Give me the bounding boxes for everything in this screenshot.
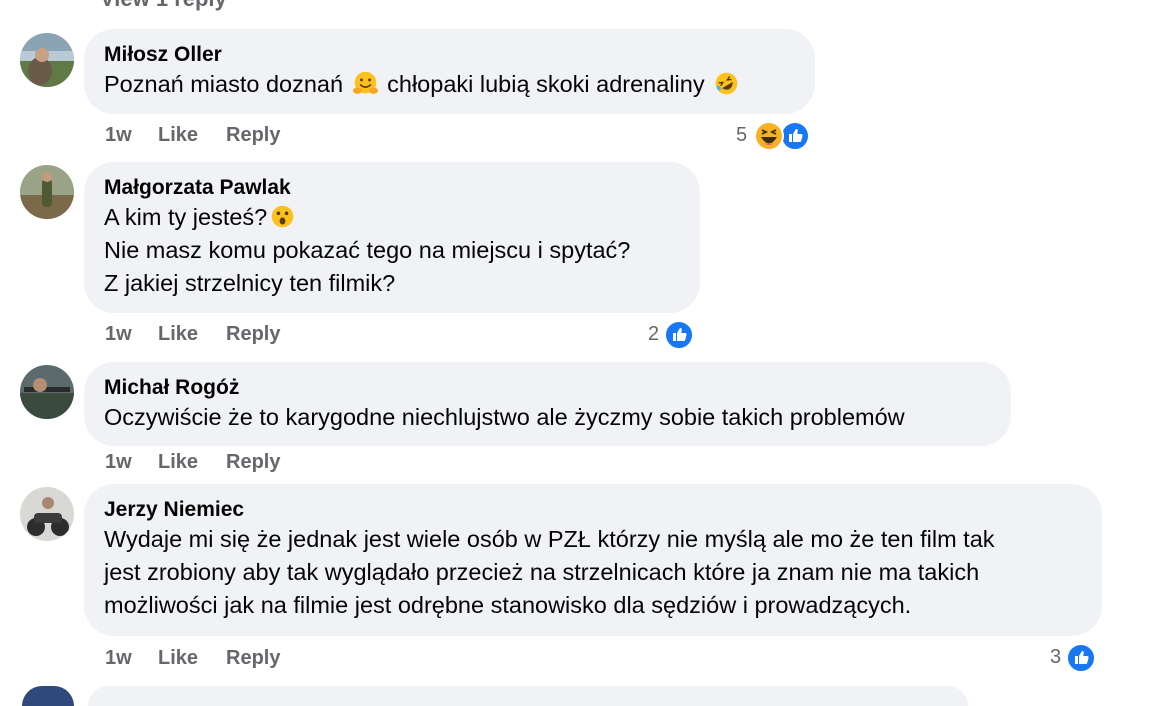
comment-text: A kim ty jesteś? Nie masz komu pokazać t…: [104, 203, 631, 296]
haha-reaction-icon: [754, 121, 784, 151]
comment-bubble: Jerzy Niemiec Wydaje mi się że jednak je…: [84, 484, 1102, 636]
reply-button[interactable]: Reply: [226, 323, 280, 346]
comment-author[interactable]: Jerzy Niemiec: [104, 497, 1080, 523]
comment-actions: 1w Like Reply: [0, 451, 1170, 477]
like-button[interactable]: Like: [158, 451, 198, 474]
like-reaction-icon: [1066, 643, 1096, 673]
like-reaction-icon: [664, 320, 694, 350]
reply-button[interactable]: Reply: [226, 451, 280, 474]
comment-time[interactable]: 1w: [105, 124, 132, 147]
reaction-count: 5: [736, 124, 748, 146]
reaction-summary[interactable]: 5: [730, 120, 820, 152]
comment-time[interactable]: 1w: [105, 647, 132, 670]
comment-actions: 1w Like Reply: [0, 124, 1170, 150]
comment-bubble: Michał Rogóż Oczywiście że to karygodne …: [84, 362, 1011, 446]
comment-actions: 1w Like Reply: [0, 647, 1170, 673]
comment-text: Wydaje mi się że jednak jest wiele osób …: [104, 526, 995, 618]
like-reaction-icon: [780, 121, 810, 151]
like-button[interactable]: Like: [158, 124, 198, 147]
avatar-jerzy-niemiec[interactable]: [20, 487, 74, 541]
rolling-on-floor-laughing-emoji: [713, 70, 740, 97]
comment-author[interactable]: Miłosz Oller: [104, 42, 793, 68]
reply-button[interactable]: Reply: [226, 124, 280, 147]
comment-bubble: Małgorzata Pawlak A kim ty jesteś? Nie m…: [84, 162, 700, 313]
reaction-summary[interactable]: 3: [1044, 642, 1104, 674]
comment-author[interactable]: Michał Rogóż: [104, 375, 989, 401]
avatar-milosz-oller[interactable]: [20, 33, 74, 87]
comment-bubble: Miłosz Oller Poznań miasto doznań chłopa…: [84, 29, 815, 114]
view-replies-link[interactable]: View 1 reply: [100, 0, 227, 12]
like-button[interactable]: Like: [158, 323, 198, 346]
comment-actions: 1w Like Reply: [0, 323, 1170, 349]
reaction-summary[interactable]: 2: [642, 319, 702, 351]
comment-bubble-next: [88, 686, 968, 706]
avatar-next-comment[interactable]: [22, 686, 74, 706]
comment-time[interactable]: 1w: [105, 323, 132, 346]
reaction-count: 2: [648, 323, 660, 345]
avatar-malgorzata-pawlak[interactable]: [20, 165, 74, 219]
like-button[interactable]: Like: [158, 647, 198, 670]
reply-button[interactable]: Reply: [226, 647, 280, 670]
avatar-michal-rogoz[interactable]: [20, 365, 74, 419]
comment-author[interactable]: Małgorzata Pawlak: [104, 175, 678, 201]
comment-text: Poznań miasto doznań chłopaki lubią skok…: [104, 68, 793, 101]
hugging-face-emoji: [352, 70, 379, 97]
comment-time[interactable]: 1w: [105, 451, 132, 474]
reaction-count: 3: [1050, 646, 1062, 668]
astonished-face-emoji: [269, 203, 296, 230]
comment-text: Oczywiście że to karygodne niechlujstwo …: [104, 404, 905, 430]
